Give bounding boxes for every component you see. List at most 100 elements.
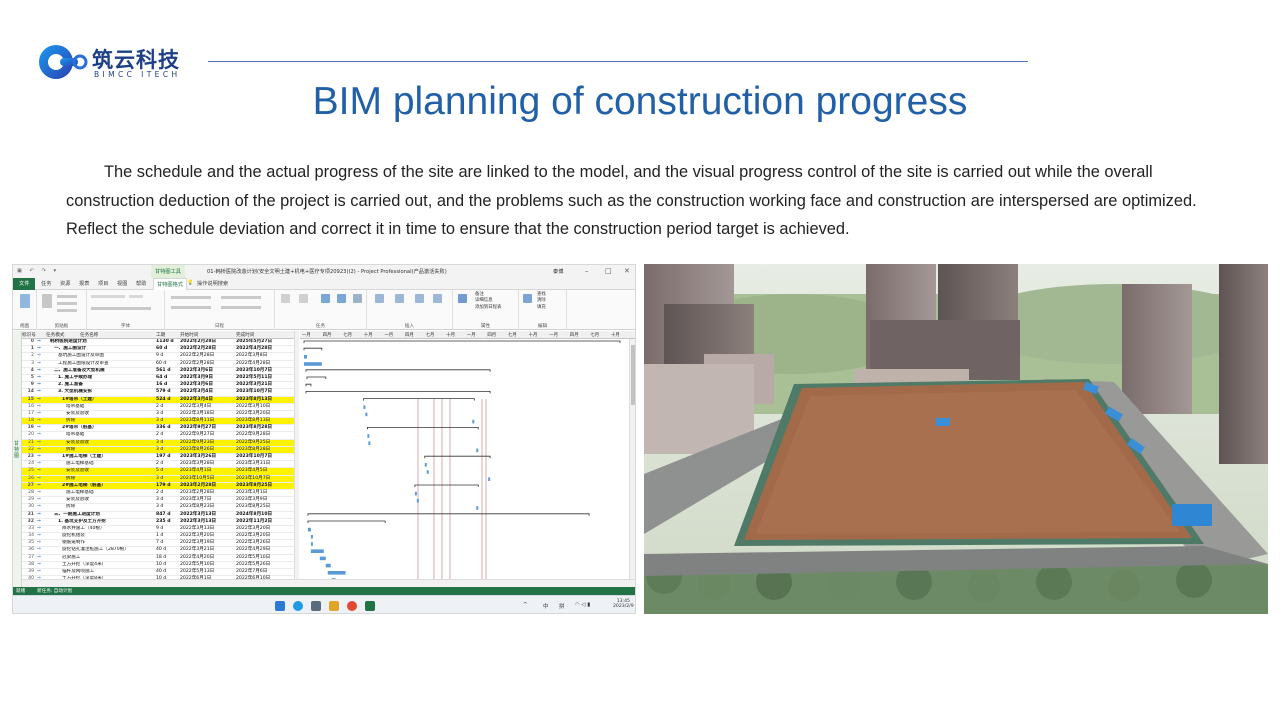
tray-chevron-icon[interactable]: ^ xyxy=(523,602,528,608)
col-mode-header[interactable]: 任务模式 xyxy=(46,332,64,338)
table-row[interactable]: 31 ⇒ 三、一期施工进度计划 847 d 2022年3月13日 2024年8月10日 xyxy=(22,512,294,519)
summary-bar[interactable] xyxy=(307,520,386,523)
task-bar[interactable] xyxy=(424,463,427,467)
table-row[interactable]: 16 ⇒ 塔吊基础 2 d 2022年3月4日 2022年3月10日 xyxy=(22,404,294,411)
gantt-chart-icon[interactable] xyxy=(20,294,30,308)
task-bar[interactable] xyxy=(365,412,368,417)
table-row[interactable]: 37 ⇒ 冠梁施工 18 d 2022年4月20日 2022年5月10日 xyxy=(22,555,294,562)
clock[interactable]: 13:45 2023/2/9 xyxy=(613,599,634,609)
summary-bar[interactable] xyxy=(303,340,621,343)
close-icon[interactable]: ✕ xyxy=(624,267,630,275)
add-to-timeline-button[interactable]: 添加到日程表 xyxy=(475,305,501,311)
table-row[interactable]: 25 ⇒ 安装及验收 5 d 2023年4月1日 2023年4月5日 xyxy=(22,468,294,476)
summary-bar[interactable] xyxy=(305,383,312,387)
table-row[interactable]: 22 ⇒ 拆除 3 d 2023年8月26日 2023年8月28日 xyxy=(22,446,294,454)
summary-bar[interactable] xyxy=(424,455,491,459)
table-row[interactable]: 36 ⇒ 旋挖钻孔灌注桩施工（2870根） 40 d 2022年3月21日 2022年4月… xyxy=(22,547,294,555)
task-bar[interactable] xyxy=(476,448,479,453)
font-size-select[interactable] xyxy=(129,295,143,298)
task-bar[interactable] xyxy=(368,441,371,445)
task-bar[interactable] xyxy=(472,419,475,424)
table-row[interactable]: 20 ⇒ 塔吊基础 2 d 2022年9月27日 2022年9月28日 xyxy=(22,432,294,440)
clear-button[interactable]: 清除 xyxy=(537,298,546,304)
col-name-header[interactable]: 任务名称 xyxy=(80,332,98,338)
font-name-select[interactable] xyxy=(91,295,125,298)
deliverable-insert-icon[interactable] xyxy=(433,294,442,303)
edge-icon[interactable] xyxy=(293,601,303,611)
mark-track-icon[interactable] xyxy=(281,294,290,303)
task-bar[interactable] xyxy=(363,405,366,409)
summary-bar[interactable] xyxy=(303,347,323,351)
task-bar[interactable] xyxy=(304,355,307,359)
wifi-volume-icon[interactable]: ◠ ◁ ▮ xyxy=(575,602,590,608)
summary-insert-icon[interactable] xyxy=(395,294,404,303)
task-bar[interactable] xyxy=(310,535,313,539)
task-insert-icon[interactable] xyxy=(375,294,384,303)
tell-me-search[interactable]: 操作说明搜索 xyxy=(197,280,228,287)
milestone-insert-icon[interactable] xyxy=(415,294,424,303)
table-row[interactable]: 21 ⇒ 安装及验收 3 d 2022年9月23日 2022年9月25日 xyxy=(22,439,294,447)
col-finish-header[interactable]: 完成时间 xyxy=(236,332,254,338)
task-bar[interactable] xyxy=(414,491,417,496)
signed-in-user[interactable]: 秦博 xyxy=(553,268,563,275)
summary-bar[interactable] xyxy=(414,484,479,487)
task-bar[interactable] xyxy=(416,499,419,503)
tab-report[interactable]: 报表 xyxy=(79,280,89,287)
table-row[interactable]: 3 ⇒ 工程施工图纸设计及审查 60 d 2022年2月28日 2022年4月28日 xyxy=(22,361,294,368)
summary-bar[interactable] xyxy=(305,369,491,372)
ime-indicator[interactable]: 中 xyxy=(543,602,548,610)
gantt-tools-context-tab[interactable]: 甘特图工具 xyxy=(151,265,185,278)
table-row[interactable]: 27 ⇒ 2#施工电梯（桩基） 179 d 2023年2月28日 2023年8月25日 xyxy=(22,482,294,490)
tab-file[interactable]: 文件 xyxy=(13,278,36,290)
folder-icon[interactable] xyxy=(329,601,339,611)
table-scrollbar[interactable] xyxy=(294,331,299,587)
file-explorer-icon[interactable] xyxy=(311,601,321,611)
col-duration-header[interactable]: 工期 xyxy=(156,332,165,338)
table-row[interactable]: 32 ⇒ 1. 基坑支护及土方开挖 235 d 2022年3月13日 2022年11月2日 xyxy=(22,519,294,526)
task-bar[interactable] xyxy=(367,434,370,438)
tab-gantt-format[interactable]: 甘特图格式 xyxy=(153,278,187,290)
scrollbar-thumb[interactable] xyxy=(631,345,635,405)
manual-schedule-icon[interactable] xyxy=(321,294,330,303)
start-icon[interactable] xyxy=(275,601,285,611)
table-row[interactable]: 17 ⇒ 安装及验收 3 d 2022年3月18日 2022年3月20日 xyxy=(22,411,294,419)
summary-bar[interactable] xyxy=(307,513,590,516)
task-bar[interactable] xyxy=(319,556,326,561)
col-start-header[interactable]: 开始时间 xyxy=(180,332,198,338)
input-method-indicator[interactable]: 拼 xyxy=(559,602,564,610)
table-row[interactable]: 2 ⇒ 基坑施工图设计及审图 9 d 2022年2月28日 2022年3月8日 xyxy=(22,353,294,361)
vertical-scrollbar[interactable] xyxy=(629,339,635,587)
tab-resource[interactable]: 资源 xyxy=(60,280,70,287)
auto-schedule-icon[interactable] xyxy=(337,294,346,303)
table-row[interactable]: 30 ⇒ 拆除 3 d 2023年8月23日 2023年8月25日 xyxy=(22,504,294,512)
project-app-icon[interactable] xyxy=(365,601,375,611)
tab-help[interactable]: 帮助 xyxy=(136,280,146,287)
summary-bar[interactable] xyxy=(306,376,327,379)
respect-links-icon[interactable] xyxy=(299,294,308,303)
table-row[interactable]: 38 ⇒ 土方开挖（深度4米） 10 d 2022年5月10日 2022年5月26日 xyxy=(22,562,294,569)
fill-button[interactable]: 填充 xyxy=(537,305,546,311)
task-bar[interactable] xyxy=(307,527,311,532)
table-row[interactable]: 33 ⇒ 降水井施工（40根） 9 d 2022年3月13日 2022年3月20日 xyxy=(22,526,294,534)
quick-access-toolbar[interactable]: ▣ ↶ ↷ ▾ xyxy=(17,268,59,274)
table-row[interactable]: 4 ⇒ 二、施工准备及大型机械 561 d 2022年3月6日 2023年10月7日 xyxy=(22,368,294,375)
task-bar[interactable] xyxy=(327,571,346,575)
table-row[interactable]: 26 ⇒ 拆除 3 d 2023年10月5日 2023年10月7日 xyxy=(22,475,294,483)
information-icon[interactable] xyxy=(458,294,467,303)
view-bar[interactable]: 甘特图 xyxy=(13,331,22,587)
scroll-to-task-icon[interactable] xyxy=(523,294,532,303)
paste-icon[interactable] xyxy=(42,294,52,308)
task-bar[interactable] xyxy=(325,563,331,568)
task-bar[interactable] xyxy=(426,470,429,474)
new-tasks-mode[interactable]: 新任务: 自动计划 xyxy=(37,588,72,594)
minimize-icon[interactable]: – xyxy=(585,267,589,275)
tab-project[interactable]: 项目 xyxy=(98,280,108,287)
task-bar[interactable] xyxy=(310,549,324,553)
horizontal-scrollbar[interactable] xyxy=(22,579,635,587)
summary-bar[interactable] xyxy=(305,391,491,394)
maximize-icon[interactable]: □ xyxy=(605,267,612,275)
table-row[interactable]: 14 ⇒ 3. 大型机械安拆 579 d 2022年3月4日 2023年10月7日 xyxy=(22,389,294,397)
tab-task[interactable]: 任务 xyxy=(41,280,51,287)
summary-bar[interactable] xyxy=(366,427,479,430)
summary-bar[interactable] xyxy=(363,398,475,401)
